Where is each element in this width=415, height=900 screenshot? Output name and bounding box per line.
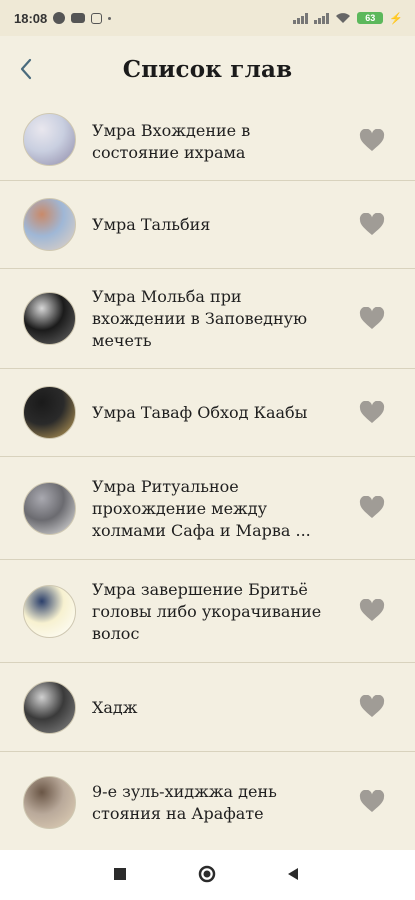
chapter-title: 9-е зуль-хиджжа день стояния на Арафате: [92, 782, 277, 823]
chapter-list: Умра Вхождение в состояние ихрама Умра Т…: [0, 102, 415, 853]
chapter-row[interactable]: Хадж: [0, 663, 415, 752]
chapter-row[interactable]: Умра Вхождение в состояние ихрама: [0, 102, 415, 181]
chevron-left-icon: [20, 58, 32, 80]
heart-icon[interactable]: [359, 401, 385, 425]
signal-icon: [293, 12, 309, 24]
chapter-row[interactable]: Умра завершение Бритьё головы либо укора…: [0, 560, 415, 663]
chapter-thumbnail: [23, 198, 76, 251]
instagram-icon: [91, 12, 103, 24]
notification-dot-icon: [108, 16, 112, 20]
chapter-row[interactable]: Умра Таваф Обход Каабы: [0, 369, 415, 457]
heart-icon[interactable]: [359, 695, 385, 719]
recent-apps-icon[interactable]: [113, 867, 127, 881]
chapter-title: Умра завершение Бритьё головы либо укора…: [92, 580, 322, 643]
chapter-row[interactable]: Умра Тальбия: [0, 181, 415, 269]
signal-icon: [314, 12, 330, 24]
page-title: Список глав: [122, 55, 293, 83]
heart-icon[interactable]: [359, 129, 385, 153]
chapter-thumbnail: [23, 585, 76, 638]
chapter-thumbnail: [23, 776, 76, 829]
home-icon[interactable]: [198, 865, 216, 883]
chapter-title: Умра Мольба при вхождении в Заповедную м…: [92, 287, 308, 350]
system-nav-bar: [0, 850, 415, 900]
chapter-thumbnail: [23, 292, 76, 345]
chapter-row[interactable]: Умра Ритуальное прохождение между холмам…: [0, 457, 415, 560]
chapter-thumbnail: [23, 482, 76, 535]
back-button[interactable]: [14, 56, 38, 82]
heart-icon[interactable]: [359, 213, 385, 237]
chapter-thumbnail: [23, 386, 76, 439]
chapter-title: Умра Ритуальное прохождение между холмам…: [92, 477, 311, 540]
status-bar-left: 18:08: [14, 10, 112, 26]
chapter-title: Умра Таваф Обход Каабы: [92, 403, 308, 422]
heart-icon[interactable]: [359, 496, 385, 520]
status-bar: 18:08 63 ⚡: [0, 0, 415, 36]
heart-icon[interactable]: [359, 307, 385, 331]
youtube-icon: [71, 13, 86, 23]
chapter-title: Умра Тальбия: [92, 215, 211, 234]
heart-icon[interactable]: [359, 790, 385, 814]
chapter-thumbnail: [23, 113, 76, 166]
status-bar-right: 63 ⚡: [293, 12, 403, 25]
status-time: 18:08: [14, 10, 48, 26]
chapter-row[interactable]: 9-е зуль-хиджжа день стояния на Арафате: [0, 752, 415, 853]
back-triangle-icon[interactable]: [286, 867, 300, 881]
chapter-row[interactable]: Умра Мольба при вхождении в Заповедную м…: [0, 269, 415, 369]
wifi-icon: [336, 13, 351, 23]
battery-icon: 63: [357, 12, 384, 24]
chapter-title: Хадж: [92, 698, 138, 717]
app-header: Список глав: [0, 36, 415, 102]
charging-icon: ⚡: [389, 12, 403, 25]
app-circle-icon: [53, 12, 66, 24]
chapter-title: Умра Вхождение в состояние ихрама: [92, 121, 251, 162]
heart-icon[interactable]: [359, 599, 385, 623]
chapter-thumbnail: [23, 681, 76, 734]
battery-level: 63: [365, 13, 376, 23]
